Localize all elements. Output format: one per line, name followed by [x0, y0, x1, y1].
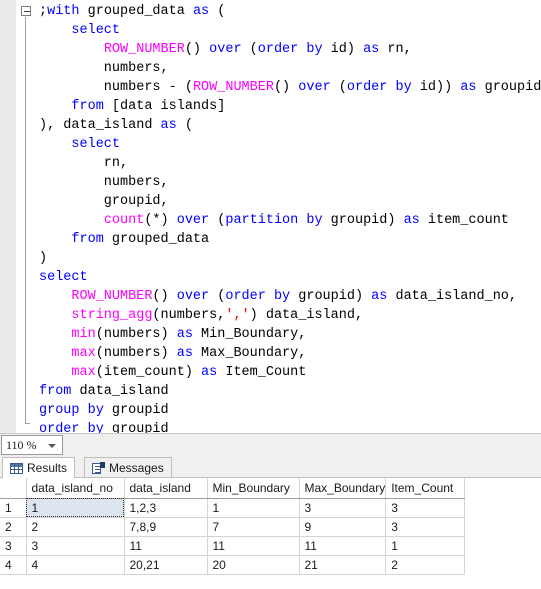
grid-cell[interactable]: 11 [207, 536, 300, 556]
code-line: ), data_island as ( [39, 118, 193, 133]
grid-bottom-filler [0, 584, 541, 589]
code-line: groupid, [39, 194, 169, 209]
results-pane: Results Messages data_island_no data_isla… [0, 456, 541, 589]
code-line: select [39, 270, 88, 285]
code-line: from data_island [39, 384, 169, 399]
grid-cell[interactable]: 1 [207, 498, 300, 518]
results-table-header: data_island_no data_island Min_Boundary Max… [0, 478, 466, 499]
row-number-cell[interactable]: 1 [0, 498, 27, 518]
code-line: numbers, [39, 61, 169, 76]
grid-icon [10, 462, 23, 474]
code-line: min(numbers) as Min_Boundary, [71, 327, 307, 342]
zoom-level-value: 110 % [6, 437, 37, 452]
results-table-body[interactable]: 1 1 1,2,3 1 3 3 2 2 7,8,9 7 9 3 3 3 11 11 11 1 4 4 20,21 20 21… [0, 498, 466, 575]
fold-region-line [25, 17, 30, 424]
code-line: ROW_NUMBER() over (order by id) as rn, [103, 42, 412, 57]
collapse-minus-icon[interactable] [21, 6, 31, 16]
grid-cell[interactable]: 3 [26, 536, 125, 556]
grid-cell[interactable]: 20 [207, 555, 300, 575]
column-header-data_island[interactable]: data_island [124, 478, 208, 499]
column-header-min_boundary[interactable]: Min_Boundary [207, 478, 300, 499]
code-line: max(item_count) as Item_Count [71, 365, 307, 380]
column-header-data_island_no[interactable]: data_island_no [26, 478, 125, 499]
results-grid[interactable]: data_island_no data_island Min_Boundary Max… [0, 478, 541, 589]
code-line: numbers, [39, 175, 169, 190]
tab-messages[interactable]: Messages [84, 457, 172, 478]
grid-cell[interactable]: 1 [26, 498, 125, 518]
code-line: from [data islands] [71, 99, 226, 114]
code-line: string_agg(numbers,',') data_island, [71, 308, 364, 323]
grid-cell[interactable]: 2 [26, 517, 125, 537]
grid-cell[interactable]: 11 [299, 536, 387, 556]
column-header-item_count[interactable]: Item_Count [385, 478, 466, 499]
grid-cell[interactable]: 2 [385, 555, 466, 575]
table-row[interactable]: 1 1 1,2,3 1 3 3 [0, 498, 466, 518]
column-header-max_boundary[interactable]: Max_Boundary [299, 478, 387, 499]
results-tabstrip: Results Messages [0, 456, 541, 478]
grid-cell[interactable]: 7,8,9 [124, 517, 208, 537]
zoom-level-dropdown[interactable]: 110 % [1, 435, 63, 455]
sql-code-text[interactable]: ;with grouped_data as ( select ROW_NUMBE… [39, 2, 541, 433]
grid-cell[interactable]: 9 [299, 517, 387, 537]
ssms-query-window: ;with grouped_data as ( select ROW_NUMBE… [0, 0, 541, 589]
sql-query-editor[interactable]: ;with grouped_data as ( select ROW_NUMBE… [0, 0, 541, 433]
editor-indicator-margin [0, 0, 17, 433]
grid-cell[interactable]: 7 [207, 517, 300, 537]
grid-cell[interactable]: 1,2,3 [124, 498, 208, 518]
chevron-down-icon[interactable] [48, 444, 56, 448]
tab-results[interactable]: Results [2, 457, 76, 478]
tab-messages-label: Messages [109, 461, 164, 475]
grid-cell[interactable]: 1 [385, 536, 466, 556]
code-line: max(numbers) as Max_Boundary, [71, 346, 307, 361]
grid-corner-header[interactable] [0, 478, 27, 499]
grid-cell[interactable]: 3 [299, 498, 387, 518]
table-row[interactable]: 3 3 11 11 11 1 [0, 536, 466, 556]
tab-results-label: Results [27, 461, 68, 475]
grid-cell[interactable]: 4 [26, 555, 125, 575]
message-icon [92, 462, 105, 474]
results-table[interactable]: data_island_no data_island Min_Boundary Max… [0, 478, 466, 575]
code-line: select [71, 137, 121, 152]
grid-cell[interactable]: 21 [299, 555, 387, 575]
code-line: count(*) over (partition by groupid) as … [103, 213, 509, 228]
table-row[interactable]: 2 2 7,8,9 7 9 3 [0, 517, 466, 537]
code-line: rn, [39, 156, 129, 171]
grid-cell[interactable]: 11 [124, 536, 208, 556]
grid-cell[interactable]: 20,21 [124, 555, 208, 575]
row-number-cell[interactable]: 4 [0, 555, 27, 575]
code-line: group by groupid [39, 403, 169, 418]
table-header-row: data_island_no data_island Min_Boundary Max… [0, 478, 466, 499]
editor-status-bar: 110 % [0, 433, 541, 456]
code-line: numbers - (ROW_NUMBER() over (order by i… [39, 80, 541, 95]
code-line: ROW_NUMBER() over (order by groupid) as … [71, 289, 517, 304]
table-row[interactable]: 4 4 20,21 20 21 2 [0, 555, 466, 575]
code-line: from grouped_data [71, 232, 210, 247]
row-number-cell[interactable]: 3 [0, 536, 27, 556]
code-line: ;with grouped_data as ( [39, 4, 226, 19]
code-line: select [71, 23, 121, 38]
editor-fold-margin [17, 0, 39, 433]
code-line: order by groupid [39, 422, 169, 433]
code-line: ) [39, 251, 48, 266]
grid-cell[interactable]: 3 [385, 498, 466, 518]
grid-cell[interactable]: 3 [385, 517, 466, 537]
row-number-cell[interactable]: 2 [0, 517, 27, 537]
